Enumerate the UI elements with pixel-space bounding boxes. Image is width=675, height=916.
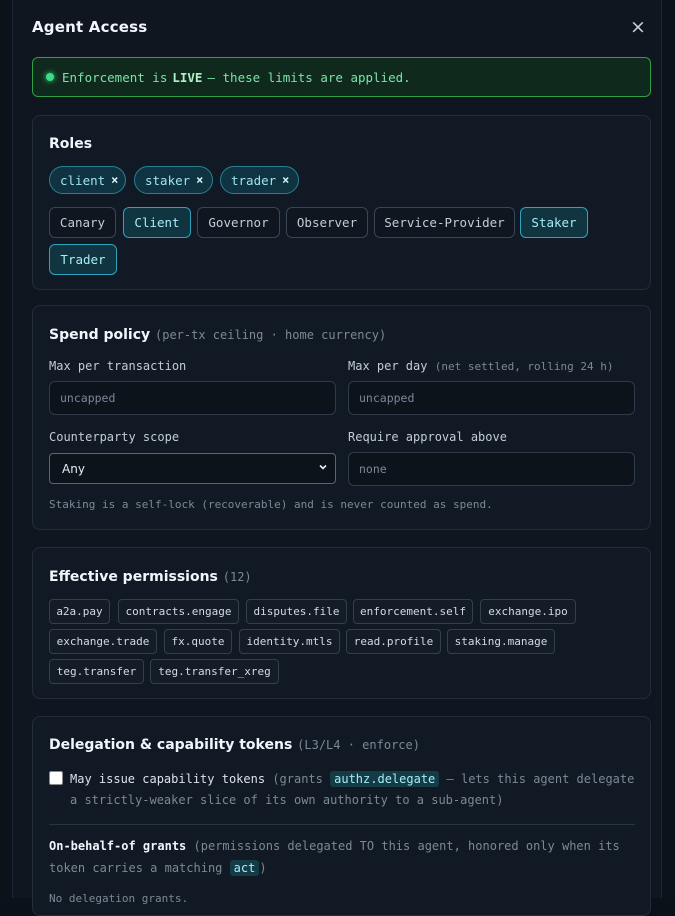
permissions-card: Effective permissions (12) a2a.pay contr… xyxy=(32,547,651,699)
remove-icon[interactable]: × xyxy=(282,173,289,187)
spend-policy-title: Spend policy xyxy=(49,327,151,343)
permissions-count: (12) xyxy=(222,570,252,584)
role-chip-label: staker xyxy=(145,172,191,188)
role-option-service-provider[interactable]: Service-Provider xyxy=(374,207,515,238)
permissions-title: Effective permissions xyxy=(49,569,218,585)
obo-desc2-prefix: token carries a matching xyxy=(49,861,223,875)
delegation-title: Delegation & capability tokens xyxy=(49,737,293,753)
chevron-down-icon xyxy=(319,464,327,470)
permission-tag: read.profile xyxy=(346,629,441,654)
approval-input[interactable]: none xyxy=(348,452,635,486)
permission-tag: exchange.trade xyxy=(49,629,157,654)
max-tx-input[interactable]: uncapped xyxy=(49,381,336,415)
delegation-card: Delegation & capability tokens (L3/L4 · … xyxy=(32,716,651,916)
max-day-note: (net settled, rolling 24 h) xyxy=(434,360,614,373)
banner-suffix: — these limits are applied. xyxy=(207,69,411,85)
max-day-label-group: Max per day (net settled, rolling 24 h) xyxy=(348,359,614,373)
obo-desc2-suffix: ) xyxy=(259,861,267,875)
permission-tag: a2a.pay xyxy=(49,599,110,624)
permission-tag: identity.mtls xyxy=(239,629,340,654)
modal-title: Agent Access xyxy=(32,18,148,36)
role-option-canary[interactable]: Canary xyxy=(49,207,116,238)
capability-tokens-row: May issue capability tokens (grants auth… xyxy=(49,769,639,811)
remove-icon[interactable]: × xyxy=(111,173,118,187)
permission-tag: contracts.engage xyxy=(118,599,239,624)
role-option-governor[interactable]: Governor xyxy=(197,207,280,238)
capability-tokens-text: May issue capability tokens (grants auth… xyxy=(70,769,639,811)
agent-access-modal: Agent Access × Enforcement is LIVE — the… xyxy=(12,0,662,916)
permission-tag: teg.transfer xyxy=(49,659,144,684)
obo-code: act xyxy=(229,860,260,876)
remove-icon[interactable]: × xyxy=(196,173,203,187)
role-chip-trader: trader × xyxy=(220,166,299,194)
permission-tag: staking.manage xyxy=(447,629,555,654)
capability-tokens-label: May issue capability tokens xyxy=(70,772,266,786)
permission-tag: disputes.file xyxy=(246,599,347,624)
permission-tag: enforcement.self xyxy=(353,599,473,624)
approval-label: Require approval above xyxy=(348,430,507,444)
obo-title: On-behalf-of grants xyxy=(49,839,187,853)
capability-tokens-checkbox[interactable] xyxy=(49,771,63,785)
delegation-subtitle: (L3/L4 · enforce) xyxy=(297,738,420,752)
spend-policy-card: Spend policy (per-tx ceiling · home curr… xyxy=(32,305,651,530)
section-divider xyxy=(49,824,635,825)
enforcement-banner: Enforcement is LIVE — these limits are a… xyxy=(32,57,651,97)
spend-policy-heading: Spend policy (per-tx ceiling · home curr… xyxy=(49,327,386,343)
max-day-label: Max per day xyxy=(348,359,428,373)
banner-status: LIVE xyxy=(172,69,203,85)
empty-grants-text: No delegation grants. xyxy=(49,892,189,905)
scope-value: Any xyxy=(62,461,85,476)
grants-line2: a strictly-weaker slice of its own autho… xyxy=(70,793,504,807)
grants-prefix: (grants xyxy=(272,772,323,786)
modal-header: Agent Access × xyxy=(32,16,649,42)
permissions-heading: Effective permissions (12) xyxy=(49,569,252,585)
grants-code: authz.delegate xyxy=(330,771,440,787)
permission-tag: teg.transfer_xreg xyxy=(150,659,279,684)
role-chip-client: client × xyxy=(49,166,126,194)
banner-prefix: Enforcement is xyxy=(62,69,168,85)
max-tx-label: Max per transaction xyxy=(49,359,187,373)
role-option-trader[interactable]: Trader xyxy=(49,244,117,275)
status-dot-icon xyxy=(46,73,54,81)
roles-title: Roles xyxy=(49,136,93,152)
delegation-heading: Delegation & capability tokens (L3/L4 · … xyxy=(49,737,420,753)
obo-section: On-behalf-of grants (permissions delegat… xyxy=(49,835,639,879)
permission-tag: exchange.ipo xyxy=(480,599,576,624)
role-option-staker[interactable]: Staker xyxy=(520,207,588,238)
role-option-observer[interactable]: Observer xyxy=(286,207,368,238)
role-chip-label: client xyxy=(60,172,106,188)
scope-label: Counterparty scope xyxy=(49,430,180,444)
spend-policy-subtitle: (per-tx ceiling · home currency) xyxy=(155,328,387,342)
max-day-input[interactable]: uncapped xyxy=(348,381,635,415)
role-option-client[interactable]: Client xyxy=(123,207,191,238)
close-icon[interactable]: × xyxy=(627,16,649,38)
role-chip-label: trader xyxy=(231,172,277,188)
spend-hint: Staking is a self-lock (recoverable) and… xyxy=(49,498,493,511)
obo-desc: (permissions delegated TO this agent, ho… xyxy=(193,839,620,853)
counterparty-scope-select[interactable]: Any xyxy=(49,453,336,484)
grants-suffix: — lets this agent delegate xyxy=(446,772,635,786)
roles-card: Roles client × staker × trader × Canary … xyxy=(32,115,651,290)
role-chip-staker: staker × xyxy=(134,166,213,194)
permission-tag: fx.quote xyxy=(164,629,232,654)
